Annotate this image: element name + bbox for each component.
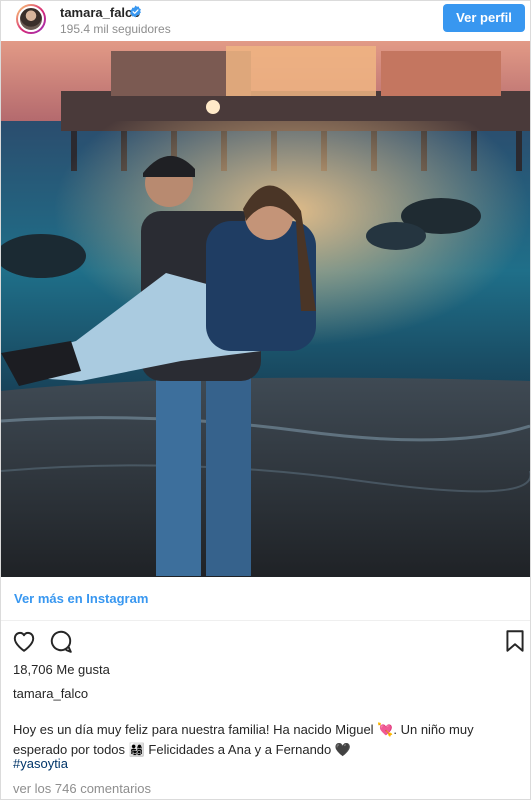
caption-line: Hoy es un día muy feliz para nuestra fam… — [13, 722, 474, 737]
avatar[interactable] — [16, 4, 46, 34]
view-comments-link[interactable]: ver los 746 comentarios — [13, 781, 151, 796]
view-profile-button[interactable]: Ver perfil — [443, 4, 525, 32]
caption-line: esperado por todos 👨‍👩‍👧‍👦 Felicidades a… — [13, 742, 352, 757]
instagram-embed-card: tamara_falco 195.4 mil seguidores Ver pe… — [0, 0, 531, 800]
caption-username[interactable]: tamara_falco — [13, 686, 88, 701]
post-header: tamara_falco 195.4 mil seguidores Ver pe… — [1, 1, 530, 41]
view-more-on-instagram-link[interactable]: Ver más en Instagram — [14, 591, 148, 606]
divider — [1, 620, 530, 621]
hashtag-link[interactable]: #yasoytia — [13, 756, 68, 771]
like-count[interactable]: 18,706 Me gusta — [13, 662, 110, 677]
post-caption: Hoy es un día muy feliz para nuestra fam… — [13, 720, 518, 760]
bookmark-icon[interactable] — [502, 628, 528, 654]
post-photo[interactable] — [1, 41, 530, 577]
photo-illustration — [1, 41, 530, 577]
avatar-image — [18, 6, 44, 32]
follower-count: 195.4 mil seguidores — [60, 22, 171, 36]
comment-bubble-icon[interactable] — [48, 628, 74, 654]
verified-badge-icon — [130, 5, 141, 18]
heart-outline-icon[interactable] — [11, 628, 37, 654]
